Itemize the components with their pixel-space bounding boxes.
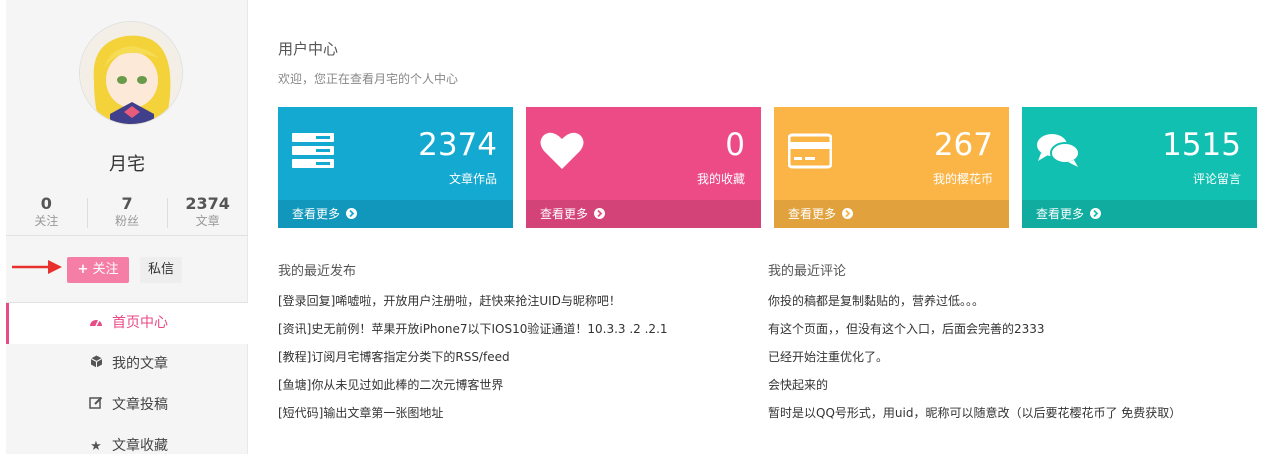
arrow-circle-right-icon (346, 208, 358, 219)
profile-stats: 0 关注 7 粉丝 2374 文章 (6, 194, 248, 234)
sidebar-item-home[interactable]: 首页中心 (6, 303, 248, 344)
sidebar-item-my-posts[interactable]: 我的文章 (6, 344, 248, 385)
stat-posts-label: 文章 (195, 214, 220, 228)
stat-following-count: 0 (40, 194, 52, 213)
sidebar-item-label: 文章投稿 (112, 397, 168, 413)
card-label: 我的收藏 (696, 172, 745, 186)
card-coins[interactable]: 267 我的樱花币 查看更多 (774, 107, 1009, 228)
sidebar-item-submit[interactable]: 文章投稿 (6, 385, 248, 426)
stat-followers-count: 7 (121, 194, 133, 213)
view-more-label: 查看更多 (788, 207, 837, 221)
view-more-label: 查看更多 (540, 207, 589, 221)
list-item[interactable]: [资讯]史无前例！苹果开放iPhone7以下IOS10验证通道！10.3.3 .… (278, 319, 668, 347)
arrow-circle-right-icon (594, 208, 606, 219)
sidebar-menu: 首页中心 我的文章 文章投稿 ★ 文章收藏 (6, 303, 248, 467)
heart-icon (540, 132, 584, 169)
recent-posts-title: 我的最近发布 (278, 264, 357, 279)
follow-button[interactable]: + 关注 (67, 257, 129, 283)
view-more-link[interactable]: 查看更多 (526, 200, 761, 228)
stat-posts-count: 2374 (185, 194, 230, 213)
view-more-link[interactable]: 查看更多 (278, 200, 513, 228)
recent-comments-title: 我的最近评论 (768, 264, 847, 279)
divider (6, 235, 248, 236)
card-value: 2374 (418, 127, 497, 163)
list-item[interactable]: 你投的稿都是复制黏贴的，营养过低。。。 (768, 291, 1181, 319)
card-label: 文章作品 (448, 172, 497, 186)
recent-comments-list: 你投的稿都是复制黏贴的，营养过低。。。 有这个页面，，但没有这个入口，后面会完善… (768, 291, 1181, 431)
card-label: 我的樱花币 (932, 172, 993, 186)
star-icon: ★ (90, 439, 102, 454)
arrow-circle-right-icon (1090, 208, 1102, 219)
card-favorites[interactable]: 0 我的收藏 查看更多 (526, 107, 761, 228)
list-item[interactable]: [短代码]输出文章第一张图地址 (278, 403, 668, 431)
profile-sidebar: 月宅 0 关注 7 粉丝 2374 文章 + 关注 私信 首页中心 我的文章 文… (6, 0, 248, 454)
stat-following-label: 关注 (34, 214, 59, 228)
list-item[interactable]: 会快起来的 (768, 375, 1181, 403)
dashboard-icon (88, 303, 104, 344)
view-more-label: 查看更多 (292, 207, 341, 221)
list-item[interactable]: 暂时是以QQ号形式，用uid，昵称可以随意改（以后要花樱花币了 免费获取） (768, 403, 1181, 431)
sidebar-item-label: 文章收藏 (112, 438, 168, 454)
stat-followers-label: 粉丝 (115, 214, 140, 228)
credit-card-icon (788, 133, 832, 169)
list-item[interactable]: [登录回复]唏嘘啦，开放用户注册啦，赶快来抢注UID与昵称吧！ (278, 291, 668, 319)
stat-cards: 2374 文章作品 查看更多 0 我的收藏 查看更多 267 我的樱花币 查看更… (278, 107, 1258, 228)
card-comments[interactable]: 1515 评论留言 查看更多 (1022, 107, 1257, 228)
page-title: 用户中心 (278, 40, 339, 58)
arrow-circle-right-icon (842, 208, 854, 219)
card-value: 0 (725, 127, 745, 163)
username: 月宅 (109, 154, 145, 175)
recent-posts-list: [登录回复]唏嘘啦，开放用户注册啦，赶快来抢注UID与昵称吧！ [资讯]史无前例… (278, 291, 668, 431)
list-item[interactable]: 已经开始注重优化了。 (768, 347, 1181, 375)
comments-icon (1037, 134, 1080, 167)
stat-followers[interactable]: 7 粉丝 (86, 194, 168, 234)
message-button[interactable]: 私信 (140, 257, 182, 283)
card-label: 评论留言 (1192, 172, 1241, 186)
edit-icon (88, 385, 104, 426)
page-subtitle: 欢迎，您正在查看月宅的个人中心 (278, 72, 459, 86)
list-item[interactable]: [教程]订阅月宅博客指定分类下的RSS/feed (278, 347, 668, 375)
list-item[interactable]: [鱼塘]你从未见过如此棒的二次元博客世界 (278, 375, 668, 403)
view-more-link[interactable]: 查看更多 (774, 200, 1009, 228)
sidebar-item-label: 首页中心 (112, 315, 168, 331)
card-posts[interactable]: 2374 文章作品 查看更多 (278, 107, 513, 228)
sidebar-item-favorites[interactable]: ★ 文章收藏 (6, 426, 248, 467)
avatar[interactable] (80, 22, 182, 124)
view-more-label: 查看更多 (1036, 207, 1085, 221)
sidebar-item-label: 我的文章 (112, 356, 168, 372)
list-item[interactable]: 有这个页面，，但没有这个入口，后面会完善的2333 (768, 319, 1181, 347)
cube-icon (88, 344, 104, 385)
view-more-link[interactable]: 查看更多 (1022, 200, 1257, 228)
server-icon (292, 133, 334, 168)
card-value: 267 (933, 127, 993, 163)
card-value: 1515 (1162, 127, 1241, 163)
stat-following[interactable]: 0 关注 (6, 194, 87, 234)
arrow-right-icon (12, 260, 62, 274)
plus-icon: + (77, 262, 89, 277)
stat-posts[interactable]: 2374 文章 (167, 194, 248, 234)
follow-button-label: 关注 (92, 262, 119, 277)
